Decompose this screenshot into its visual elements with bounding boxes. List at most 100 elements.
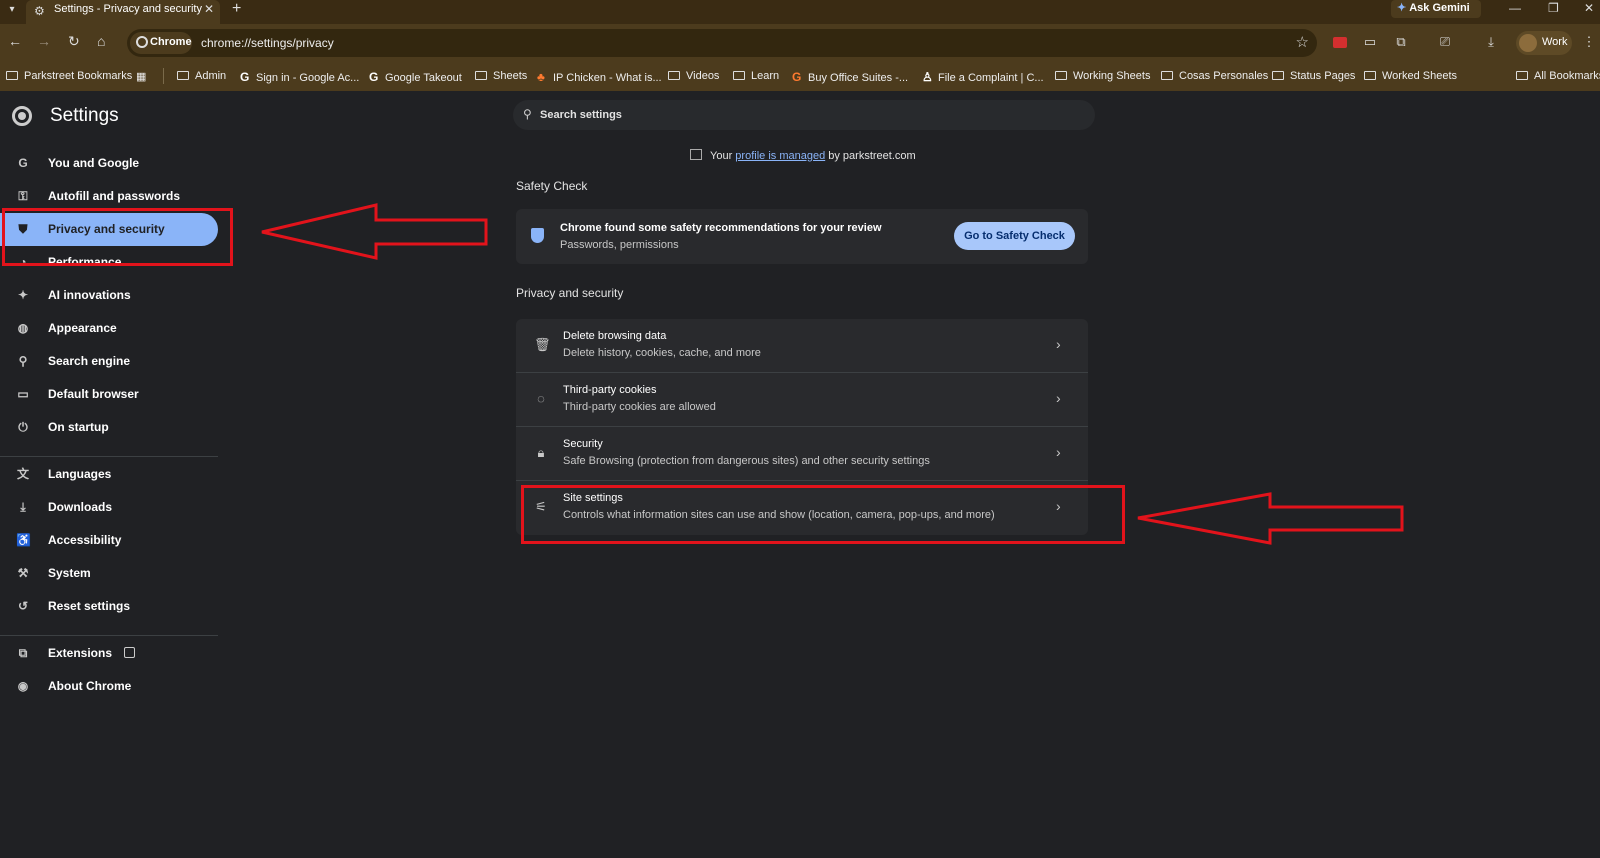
chrome-logo-icon (12, 106, 32, 126)
highlight-site-settings (521, 485, 1125, 544)
gemini-sparkle-icon: ✦ (1397, 2, 1407, 14)
password-extension-icon[interactable] (1333, 37, 1347, 48)
sidebar-divider (0, 635, 218, 636)
folder-icon (177, 71, 189, 80)
sidebar-item-label: You and Google (48, 156, 140, 170)
sidebar-item-about[interactable]: ◉ About Chrome (0, 670, 218, 703)
privacy-heading: Privacy and security (516, 286, 624, 300)
safety-check-heading: Safety Check (516, 179, 588, 193)
chevron-right-icon: › (1056, 336, 1061, 352)
bookmark-item[interactable]: Videos (668, 70, 719, 82)
cast-icon[interactable]: ⎚ (1437, 34, 1453, 50)
settings-page: Settings G You and Google ⚿ Autofill and p… (0, 91, 1600, 858)
sidebar-item-languages[interactable]: 文 Languages (0, 458, 218, 491)
extension-icon[interactable]: ▭ (1362, 34, 1378, 50)
bookmark-item[interactable]: Parkstreet Bookmarks (6, 70, 132, 82)
reload-icon[interactable]: ↻ (68, 33, 80, 50)
go-to-safety-check-button[interactable]: Go to Safety Check (954, 222, 1075, 250)
home-icon[interactable]: ⌂ (97, 33, 105, 49)
site-chip[interactable]: Chrome (130, 32, 192, 54)
sidebar-item-you-and-google[interactable]: G You and Google (0, 147, 218, 180)
chevron-right-icon: › (1056, 444, 1061, 460)
tab-list-button[interactable]: ▾ (2, 1, 22, 21)
close-tab-icon[interactable]: ✕ (204, 2, 214, 16)
sidebar-item-label: Default browser (48, 387, 139, 401)
google-g-icon: G (18, 156, 28, 170)
accessibility-icon: ♿ (16, 533, 31, 547)
sidebar-item-downloads[interactable]: ⤓ Downloads (0, 491, 218, 524)
forward-icon[interactable]: → (37, 33, 51, 49)
chrome-icon (136, 36, 148, 48)
bookmark-folder-icon (6, 71, 18, 80)
folder-icon (733, 71, 745, 80)
url-text[interactable]: chrome://settings/privacy (201, 36, 334, 50)
sidebar-item-appearance[interactable]: ◍ Appearance (0, 312, 218, 345)
sidebar-item-ai-innovations[interactable]: ✦ AI innovations (0, 279, 218, 312)
profile-button[interactable]: Work (1516, 31, 1572, 55)
sidebar-item-accessibility[interactable]: ♿ Accessibility (0, 524, 218, 557)
download-icon[interactable]: ⤓ (1483, 34, 1499, 50)
bookmark-item[interactable]: Sheets (475, 70, 527, 82)
extensions-puzzle-icon[interactable]: ⧉ (1393, 34, 1409, 50)
folder-icon (1161, 71, 1173, 80)
sidebar-item-extensions[interactable]: ⧉ Extensions (0, 637, 218, 670)
managed-suffix: by parkstreet.com (828, 150, 916, 162)
delete-browsing-data-row[interactable]: 🗑︎ Delete browsing data Delete history, … (516, 319, 1088, 373)
all-bookmarks[interactable]: All Bookmarks (1516, 70, 1600, 82)
close-window-icon[interactable]: ✕ (1584, 1, 1594, 15)
sidebar-item-on-startup[interactable]: ⏻ On startup (0, 411, 218, 444)
bookmark-label: Cosas Personales (1179, 70, 1269, 82)
sidebar-item-label: Languages (48, 467, 112, 481)
restore-icon[interactable]: ❐ (1548, 1, 1559, 15)
bookmark-label: Buy Office Suites -... (808, 72, 909, 84)
shield-icon (531, 228, 544, 243)
chicken-icon: ♣ (537, 70, 545, 84)
chrome-logo-icon: ◉ (17, 679, 29, 693)
row-subtitle: Safe Browsing (protection from dangerous… (563, 455, 930, 467)
profile-label: Work (1542, 36, 1568, 48)
address-bar[interactable]: Chrome chrome://settings/privacy ☆ (127, 29, 1317, 57)
highlight-privacy-nav (2, 208, 233, 266)
apps-grid-icon[interactable]: ▦ (136, 70, 146, 83)
folder-icon (1516, 71, 1528, 80)
bookmark-item[interactable]: Status Pages (1272, 70, 1355, 82)
bookmark-item[interactable]: G Google Takeout (369, 70, 462, 84)
bookmark-item[interactable]: Learn (733, 70, 779, 82)
tab-settings[interactable]: ⚙ Settings - Privacy and security ✕ (26, 0, 220, 24)
bookmark-label: Videos (686, 70, 720, 82)
row-subtitle: Third-party cookies are allowed (563, 401, 716, 413)
bookmark-star-icon[interactable]: ☆ (1296, 33, 1309, 51)
bookmark-item[interactable]: G Sign in - Google Ac... (240, 70, 359, 84)
menu-kebab-icon[interactable]: ⋮ (1581, 34, 1597, 50)
bookmark-label: Working Sheets (1073, 70, 1151, 82)
bookmark-item[interactable]: G Buy Office Suites -... (792, 70, 908, 84)
sidebar-item-search-engine[interactable]: ⚲ Search engine (0, 345, 218, 378)
third-party-cookies-row[interactable]: ◌ Third-party cookies Third-party cookie… (516, 373, 1088, 427)
bookmark-item[interactable]: Cosas Personales (1161, 70, 1268, 82)
profile-managed-link[interactable]: profile is managed (735, 150, 825, 162)
search-input[interactable]: ⚲ Search settings (513, 100, 1095, 130)
sidebar-item-label: Downloads (48, 500, 113, 514)
person-icon: ♙ (922, 70, 933, 84)
ask-gemini-button[interactable]: ✦ Ask Gemini (1391, 0, 1481, 18)
new-tab-button[interactable]: + (232, 0, 241, 18)
avatar (1519, 34, 1537, 52)
back-icon[interactable]: ← (8, 33, 22, 49)
bookmark-item[interactable]: Worked Sheets (1364, 70, 1457, 82)
sidebar-item-system[interactable]: ⚒ System (0, 557, 218, 590)
bookmark-item[interactable]: ♣ IP Chicken - What is... (537, 70, 662, 84)
safety-check-subtitle: Passwords, permissions (560, 239, 679, 251)
sidebar-item-label: AI innovations (48, 288, 131, 302)
bookmark-item[interactable]: Admin (177, 70, 226, 82)
google-g-icon: G (240, 70, 250, 84)
cookie-icon: ◌ (537, 391, 545, 406)
bookmark-item[interactable]: Working Sheets (1055, 70, 1150, 82)
bookmark-label: File a Complaint | C... (938, 72, 1044, 84)
security-row[interactable]: 🔒︎ Security Safe Browsing (protection fr… (516, 427, 1088, 481)
minimize-icon[interactable]: — (1509, 1, 1521, 15)
sidebar-item-default-browser[interactable]: ▭ Default browser (0, 378, 218, 411)
sidebar-item-label: Reset settings (48, 599, 131, 613)
sidebar-item-reset[interactable]: ↺ Reset settings (0, 590, 218, 623)
translate-icon: 文 (16, 467, 29, 481)
bookmark-item[interactable]: ♙ File a Complaint | C... (922, 70, 1044, 84)
